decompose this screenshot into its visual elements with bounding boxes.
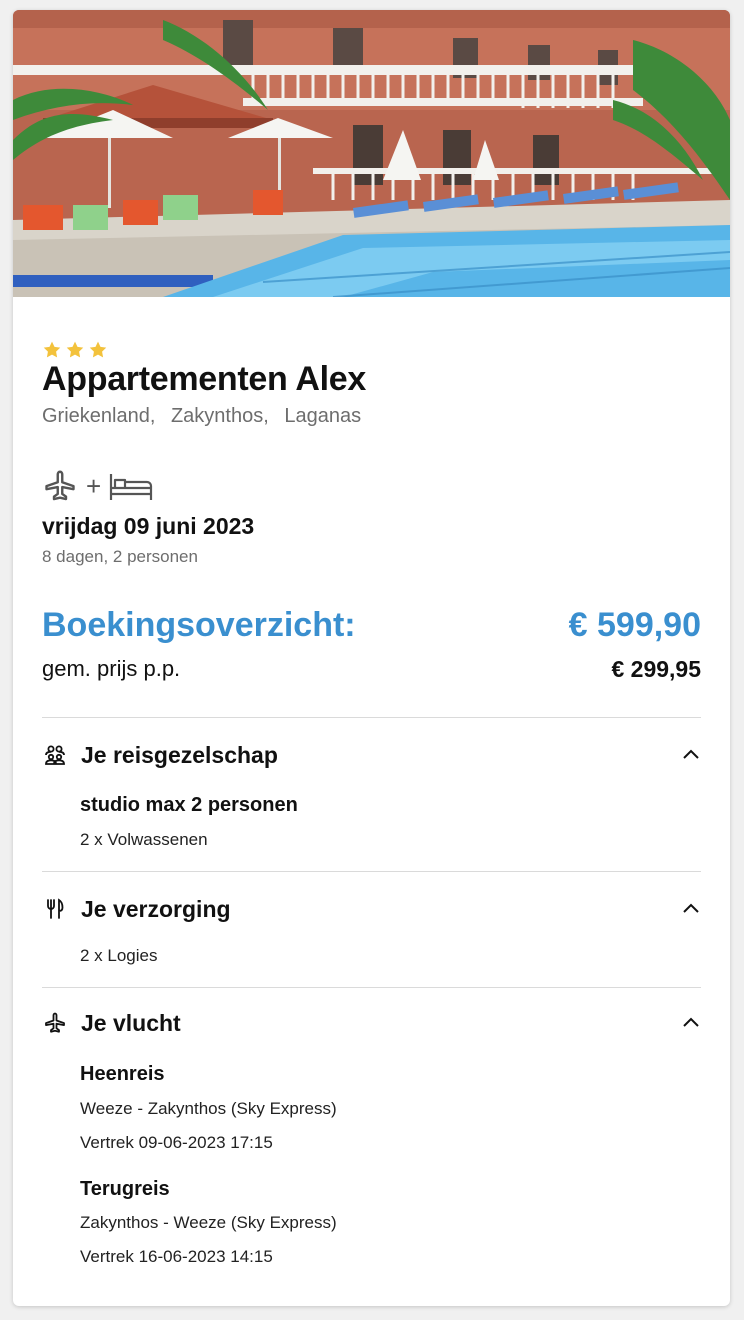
total-price: € 599,90 [568,606,701,644]
divider [42,717,701,718]
hotel-location: Griekenland, Zakynthos, Laganas [42,405,371,428]
star-icon [66,341,84,358]
chevron-up-icon[interactable] [681,899,701,919]
chevron-up-icon[interactable] [681,745,701,765]
star-icon [89,341,107,358]
travel-party-title: Je reisgezelschap [81,741,278,768]
board-title: Je verzorging [81,895,231,922]
star-icon [43,341,61,358]
trip-duration: 8 dagen, 2 personen [42,547,198,566]
return-title: Terugreis [80,1178,170,1200]
divider [42,987,701,988]
chevron-up-icon[interactable] [681,1013,701,1033]
flight-title: Je vlucht [81,1009,181,1036]
star-rating [42,340,108,360]
cutlery-icon [42,896,68,922]
divider [42,871,701,872]
hotel-name: Appartementen Alex [42,360,366,398]
return-route: Zakynthos - Weeze (Sky Express) [80,1213,337,1232]
guests: 2 x Volwassenen [80,830,208,849]
room-type: studio max 2 personen [80,794,298,816]
location-country: Griekenland, [42,405,156,427]
plane-icon [42,1010,68,1036]
group-icon [42,742,68,768]
departure-date: vrijdag 09 juni 2023 [42,513,255,539]
return-departure: Vertrek 16-06-2023 14:15 [80,1247,273,1266]
outbound-title: Heenreis [80,1063,165,1085]
plus-icon: + [86,470,102,501]
board-header[interactable]: Je verzorging [42,891,701,927]
flight-header[interactable]: Je vlucht [42,1005,701,1041]
travel-party-header[interactable]: Je reisgezelschap [42,737,701,773]
price-per-person: € 299,95 [611,656,701,682]
transport-type: + [42,468,153,504]
outbound-departure: Vertrek 09-06-2023 17:15 [80,1133,273,1152]
location-island: Zakynthos, [170,405,269,427]
bed-icon [110,474,153,500]
booking-summary-label: Boekingsoverzicht: [42,606,356,644]
location-town: Laganas [284,405,362,427]
price-per-person-label: gem. prijs p.p. [42,656,181,681]
booking-summary-card: Appartementen Alex Griekenland, Zakyntho… [13,10,730,1306]
plane-icon [45,470,75,501]
board-detail: 2 x Logies [80,946,158,965]
hotel-photo [13,10,730,297]
outbound-route: Weeze - Zakynthos (Sky Express) [80,1099,337,1118]
